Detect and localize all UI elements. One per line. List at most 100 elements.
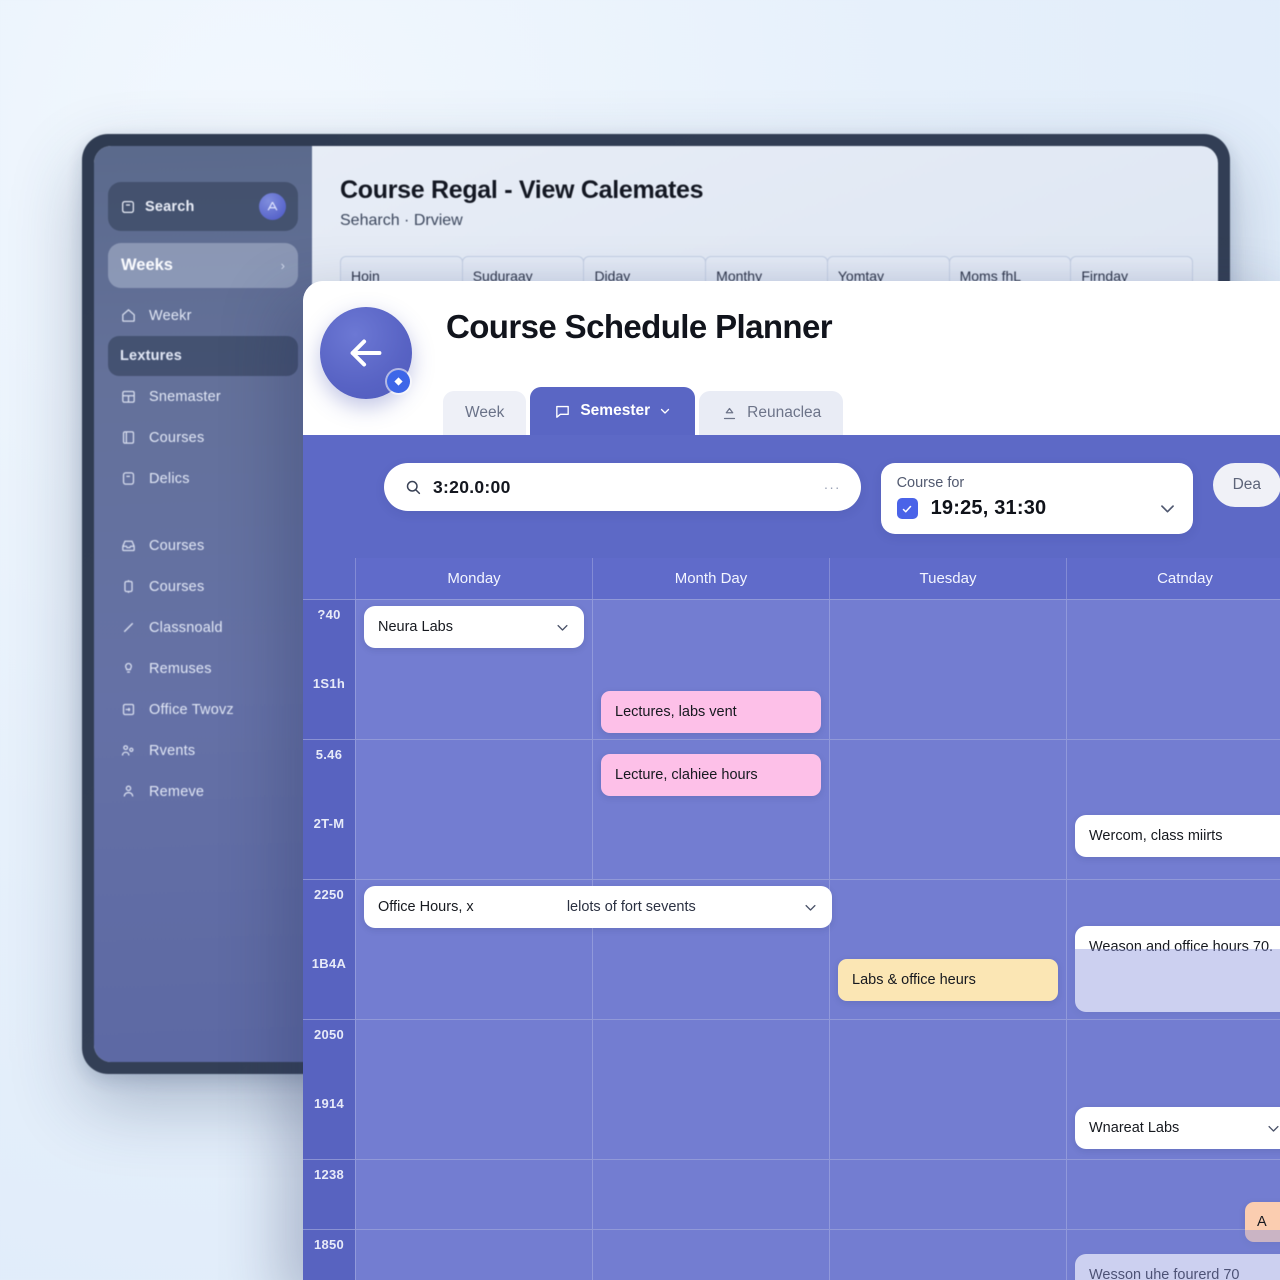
event-card-labs-office-hours[interactable]: Labs & office heurs [838, 959, 1058, 1002]
chevron-down-icon [1158, 499, 1177, 518]
calendar-cell[interactable]: Office Hours, x lelots of fort sevents [355, 880, 832, 949]
calendar-cell[interactable] [829, 600, 1066, 669]
event-card-office-hours[interactable]: Office Hours, x lelots of fort sevents [364, 886, 832, 929]
calendar-cell[interactable] [592, 1089, 829, 1159]
controls-row: 3:20.0:00 ··· Course for 19:25, 31:30 De… [303, 463, 1280, 534]
note-icon [120, 470, 137, 487]
sidebar-item-remuses[interactable]: Remuses [108, 648, 298, 689]
event-card-wercom-class[interactable]: Wercom, class miirts [1075, 815, 1280, 858]
sidebar-item-lextures[interactable]: Lextures [108, 336, 298, 376]
sidebar-section-weeks[interactable]: Weeks › [108, 243, 298, 288]
calendar-cell[interactable] [355, 949, 592, 1019]
calendar-cell[interactable] [829, 1089, 1066, 1159]
background-page-title: Course Regal - View Calemates [340, 176, 704, 204]
calendar-cell[interactable] [1066, 740, 1280, 809]
calendar-cell[interactable] [355, 669, 592, 739]
event-subtitle: lelots of fort sevents [566, 899, 696, 915]
sidebar-item-office-twovz[interactable]: Office Twovz [108, 689, 298, 730]
calendar-cell[interactable]: A Wesson uhe fourerd 70 [1066, 1160, 1280, 1280]
calendar-cell[interactable] [592, 1160, 829, 1229]
time-label: 2050 [303, 1019, 355, 1089]
calendar-cell[interactable]: Weason and office hours 70. [1066, 880, 1280, 1012]
sidebar-item-delics[interactable]: Delics [108, 458, 298, 499]
search-icon [404, 478, 422, 496]
calendar-cell[interactable] [1066, 669, 1280, 739]
sidebar-item-remeve[interactable]: Remeve [108, 771, 298, 812]
calendar-cell[interactable] [355, 1230, 592, 1280]
calendar-cell[interactable] [355, 1089, 592, 1159]
upload-icon [721, 405, 738, 422]
calendar-cell[interactable] [1066, 949, 1280, 1019]
calendar-column-header[interactable]: Catnday [1066, 558, 1280, 599]
time-label: ?40 [303, 599, 355, 669]
event-card-neura-labs[interactable]: Neura Labs [364, 606, 584, 649]
calendar-cell[interactable] [355, 1160, 592, 1229]
calendar-cell[interactable] [829, 1230, 1066, 1280]
calendar-cell[interactable] [1066, 1020, 1280, 1089]
sidebar-item-courses-door[interactable]: Courses [108, 566, 298, 607]
people-icon [120, 742, 137, 759]
calendar-cell[interactable]: Wercom, class miirts [1066, 809, 1280, 879]
sidebar-item-snemaster[interactable]: Snemaster [108, 376, 298, 417]
door-icon [120, 578, 137, 595]
calendar-cell[interactable] [829, 740, 1066, 809]
diamond-icon [387, 370, 410, 393]
avatar[interactable] [259, 193, 286, 220]
calendar-cell[interactable]: Neura Labs [355, 600, 592, 669]
event-card-lecture-office-hours[interactable]: Lecture, clahiee hours [601, 754, 821, 797]
search-more-icon[interactable]: ··· [824, 479, 841, 495]
sidebar-item-courses-inbox[interactable]: Courses [108, 525, 298, 566]
search-input-value: 3:20.0:00 [433, 476, 511, 497]
calendar-row: Neura Labs [355, 599, 1280, 669]
calendar-cell[interactable] [355, 1020, 592, 1089]
background-breadcrumb: Seharch · Drview [340, 212, 463, 229]
event-card-lectures-labs[interactable]: Lectures, labs vent [601, 691, 821, 734]
calendar-cell[interactable] [1066, 1230, 1280, 1280]
calendar-cell[interactable]: Lectures, labs vent [592, 669, 829, 739]
calendar-cell[interactable] [355, 809, 592, 879]
calendar-cell[interactable]: Wnareat Labs [1066, 1089, 1280, 1159]
calendar-cell[interactable] [829, 1020, 1066, 1089]
search-input[interactable]: 3:20.0:00 ··· [384, 463, 861, 511]
calendar-cell[interactable] [592, 1230, 829, 1280]
lamp-icon [120, 660, 137, 677]
calendar-cell[interactable] [592, 600, 829, 669]
tab-week[interactable]: Week [443, 391, 527, 435]
calendar-icon [120, 388, 137, 405]
tab-label: Reunaclea [747, 404, 822, 421]
background-search-button[interactable]: Search [108, 182, 298, 231]
calendar-cell[interactable] [355, 740, 592, 809]
calendar-cell[interactable]: Labs & office heurs [829, 949, 1066, 1019]
calendar-row [355, 1019, 1280, 1089]
calendar-cell[interactable] [1066, 600, 1280, 669]
calendar-cell[interactable] [829, 669, 1066, 739]
planner-body: 3:20.0:00 ··· Course for 19:25, 31:30 De… [303, 435, 1280, 1280]
book-icon [120, 429, 137, 446]
background-sidebar: Search Weeks › Weekr Lextures Snemaster … [94, 146, 312, 1062]
course-select[interactable]: Course for 19:25, 31:30 [880, 463, 1193, 534]
event-card-wnareat-labs[interactable]: Wnareat Labs [1075, 1107, 1280, 1150]
time-label: 1850 [303, 1229, 355, 1280]
tab-semester[interactable]: Semester [530, 387, 696, 435]
sidebar-item-classnoald[interactable]: Classnoald [108, 607, 298, 648]
calendar-cell[interactable] [829, 1160, 1066, 1229]
calendar-cell[interactable] [592, 809, 829, 879]
back-button[interactable] [320, 307, 412, 399]
sidebar-item-rvents[interactable]: Rvents [108, 730, 298, 771]
calendar-cell[interactable] [592, 949, 829, 1019]
checkbox-icon[interactable] [896, 498, 918, 519]
deadline-button[interactable]: Dea [1212, 463, 1280, 507]
calendar-cell[interactable] [592, 1020, 829, 1089]
calendar-cell[interactable] [829, 809, 1066, 879]
calendar-cell[interactable] [829, 880, 1066, 949]
calendar-column-header[interactable]: Tuesday [829, 558, 1066, 599]
tab-reunaclea[interactable]: Reunaclea [699, 391, 844, 435]
calendar-column-header[interactable]: Monday [355, 558, 592, 599]
person-icon [120, 783, 137, 800]
sidebar-item-courses[interactable]: Courses [108, 417, 298, 458]
calendar-column-header[interactable]: Month Day [592, 558, 829, 599]
calendar-grid: Monday Month Day Tuesday Catnday Neura L… [355, 558, 1280, 1280]
sidebar-item-weekr[interactable]: Weekr [108, 295, 298, 336]
calendar-cell[interactable]: Lecture, clahiee hours [592, 740, 829, 809]
time-label: 2250 [303, 879, 355, 949]
